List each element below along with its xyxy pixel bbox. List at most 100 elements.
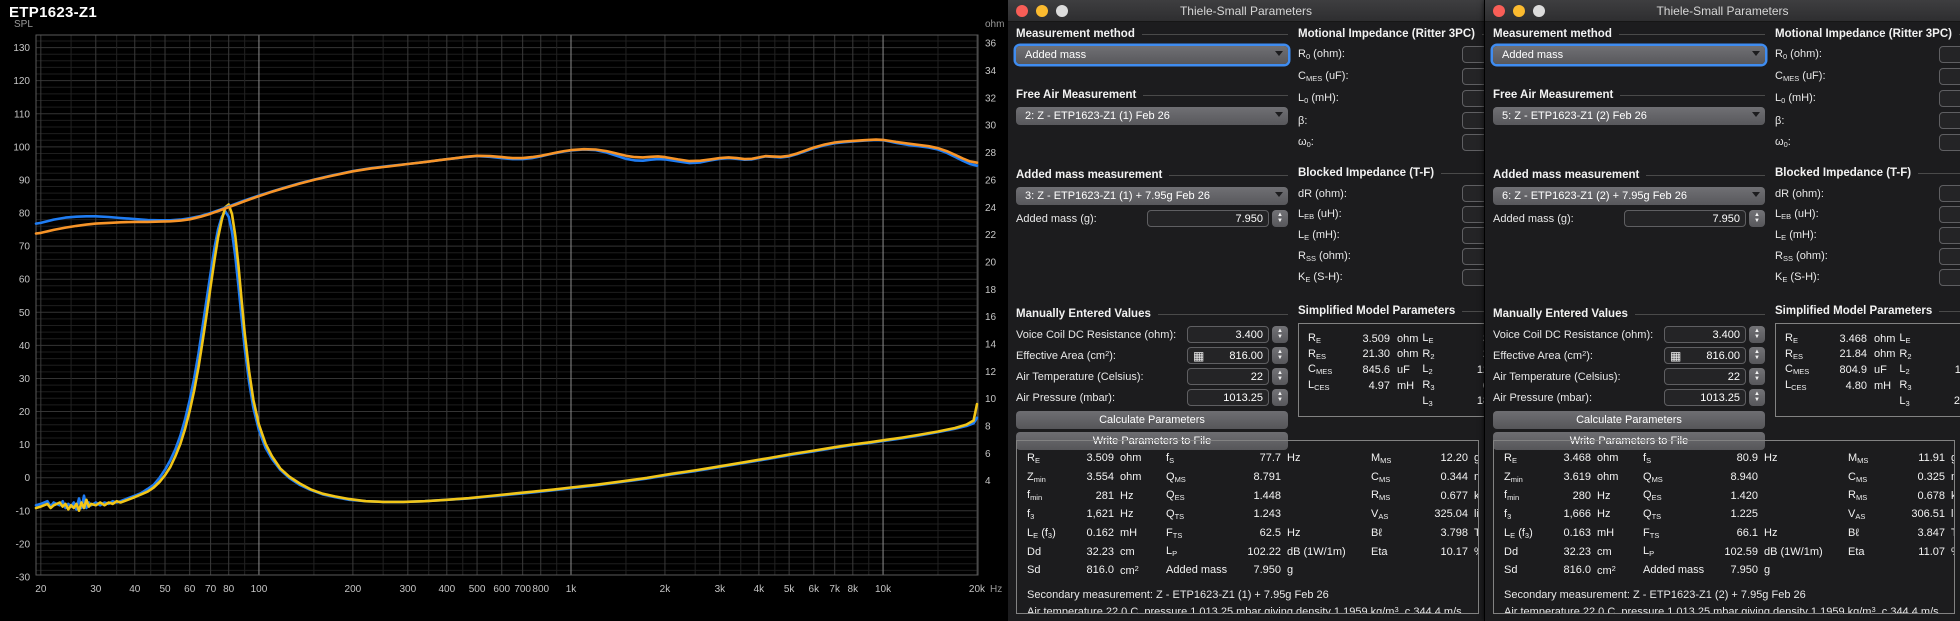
free-air-measurement-select[interactable]: 5: Z - ETP1623-Z1 (2) Feb 26	[1493, 107, 1765, 125]
minimize-button[interactable]	[1513, 4, 1525, 17]
value-field[interactable]: 5.59	[1938, 248, 1960, 265]
value-field[interactable]: ▦ 816.00	[1664, 347, 1746, 364]
simplified-param: RE 3.509 ohm	[1308, 332, 1419, 346]
param-label: R0 (ohm):	[1298, 48, 1345, 61]
param-label: KE (S-H):	[1775, 271, 1820, 284]
motional-param-row: ω0:742.1▲▼	[1298, 134, 1484, 151]
manual-param-row: Effective Area (cm2): ▦ 816.00 ▲ ▼	[1016, 347, 1288, 364]
calculate-parameters-button[interactable]: Calculate Parameters	[1493, 411, 1765, 429]
motional-rows: R0 (ohm):27.56▲▼CMES (uF):845.6▲▼L0 (mH)…	[1298, 46, 1484, 151]
added-mass-field[interactable]: 7.950	[1624, 210, 1746, 227]
window-titlebar[interactable]: Thiele-Small Parameters	[1008, 0, 1484, 22]
param-label: LE (mH):	[1298, 229, 1340, 242]
value-field[interactable]: 804.9	[1938, 68, 1960, 85]
value-field[interactable]: 1013.25	[1664, 389, 1746, 406]
results-row: Dd32.23cmLP102.59dB (1W/1m)Eta11.07%	[1504, 545, 1954, 559]
zoom-button[interactable]	[1056, 4, 1068, 17]
value-field[interactable]: 0.0540	[1461, 269, 1484, 286]
stepper[interactable]: ▲ ▼	[1272, 347, 1288, 364]
value-field[interactable]: 26.0	[1461, 206, 1484, 223]
zoom-button[interactable]	[1533, 4, 1545, 17]
param-label: LEB (uH):	[1775, 208, 1819, 221]
svg-text:6: 6	[985, 449, 991, 460]
svg-text:60: 60	[19, 275, 31, 286]
value-field[interactable]: 742.1	[1461, 134, 1484, 151]
added-mass-field[interactable]: 7.950	[1147, 210, 1269, 227]
value-field[interactable]: 4.884	[1461, 90, 1484, 107]
stepper[interactable]: ▲ ▼	[1272, 368, 1288, 385]
value-field[interactable]: 1013.25	[1187, 389, 1269, 406]
free-air-header: Free Air Measurement	[1016, 89, 1288, 101]
value-field[interactable]: 0.109	[1461, 185, 1484, 202]
measurement-method-select[interactable]: Added mass	[1016, 46, 1288, 64]
free-air-measurement-select[interactable]: 2: Z - ETP1623-Z1 (1) Feb 26	[1016, 107, 1288, 125]
calculator-icon[interactable]: ▦	[1193, 350, 1204, 362]
window-title: Thiele-Small Parameters	[1179, 3, 1313, 18]
manual-param-row: Air Pressure (mbar): 1013.25 ▲ ▼	[1493, 389, 1765, 406]
blocked-param-row: LE (mH):0.364▲▼	[1298, 227, 1484, 244]
value-field[interactable]: 27.56	[1461, 46, 1484, 63]
svg-text:36: 36	[985, 39, 997, 50]
added-mass-stepper[interactable]: ▲ ▼	[1272, 210, 1288, 227]
stepper[interactable]: ▲ ▼	[1272, 326, 1288, 343]
value-field[interactable]: 0.0336	[1938, 112, 1960, 129]
field-value: 22	[1250, 370, 1263, 383]
close-button[interactable]	[1016, 4, 1028, 17]
calculate-parameters-button[interactable]: Calculate Parameters	[1016, 411, 1288, 429]
value-field[interactable]: 0.068	[1938, 185, 1960, 202]
measurement-method-header: Measurement method	[1016, 28, 1288, 40]
value-field[interactable]: 23.0	[1938, 206, 1960, 223]
svg-text:0: 0	[24, 473, 30, 484]
svg-text:20: 20	[985, 257, 997, 268]
simplified-param: RES 21.84 ohm	[1785, 347, 1896, 361]
svg-text:100: 100	[251, 584, 268, 595]
added-mass-measurement-select[interactable]: 6: Z - ETP1623-Z1 (2) + 7.95g Feb 26	[1493, 187, 1765, 205]
field-value: 22	[1727, 370, 1740, 383]
stepper[interactable]: ▲ ▼	[1749, 347, 1765, 364]
value-field[interactable]: 3.400	[1664, 326, 1746, 343]
manual-param-row: Effective Area (cm2): ▦ 816.00 ▲ ▼	[1493, 347, 1765, 364]
minimize-button[interactable]	[1036, 4, 1048, 17]
value-field[interactable]: 4.705	[1938, 90, 1960, 107]
stepper[interactable]: ▲ ▼	[1749, 389, 1765, 406]
param-label: CMES (uF):	[1298, 70, 1349, 83]
added-mass-stepper[interactable]: ▲ ▼	[1749, 210, 1765, 227]
simplified-model-box: RE 3.468 ohm RES 21.84 ohm CMES 804.9 uF LCES 4.80…	[1775, 323, 1960, 417]
field-value: 0.364	[1468, 230, 1484, 242]
added-mass-label: Added mass (g):	[1016, 212, 1097, 225]
close-button[interactable]	[1493, 4, 1505, 17]
added-mass-measurement-select[interactable]: 3: Z - ETP1623-Z1 (1) + 7.95g Feb 26	[1016, 187, 1288, 205]
field-value: 3.400	[1235, 328, 1263, 341]
stepper[interactable]: ▲ ▼	[1749, 368, 1765, 385]
value-field[interactable]: 845.6	[1461, 68, 1484, 85]
value-field[interactable]: 22	[1664, 368, 1746, 385]
svg-text:70: 70	[205, 584, 217, 595]
calculator-icon[interactable]: ▦	[1670, 350, 1681, 362]
measurement-method-select[interactable]: Added mass	[1493, 46, 1765, 64]
svg-text:-10: -10	[16, 506, 31, 517]
value-field[interactable]: 0.0265	[1461, 112, 1484, 129]
value-field[interactable]: 5.10	[1461, 248, 1484, 265]
left-column: Measurement method Added mass Free Air M…	[1493, 26, 1765, 450]
added-mass-row: Added mass (g): 7.950 ▲ ▼	[1016, 210, 1288, 227]
value-field[interactable]: 0.410	[1938, 227, 1960, 244]
window-titlebar[interactable]: Thiele-Small Parameters	[1485, 0, 1960, 22]
param-label: Voice Coil DC Resistance (ohm):	[1493, 328, 1654, 341]
blocked-param-row: KE (S-H):0.0540▲▼	[1298, 269, 1484, 286]
value-field[interactable]: 761.7	[1938, 134, 1960, 151]
value-field[interactable]: 30.72	[1938, 46, 1960, 63]
manual-param-row: Voice Coil DC Resistance (ohm): 3.400 ▲ ▼	[1016, 326, 1288, 343]
value-field[interactable]: 3.400	[1187, 326, 1269, 343]
stepper[interactable]: ▲ ▼	[1749, 326, 1765, 343]
blocked-param-row: KE (S-H):0.0472▲▼	[1775, 269, 1960, 286]
value-field[interactable]: 22	[1187, 368, 1269, 385]
stepper[interactable]: ▲ ▼	[1272, 389, 1288, 406]
simplified-param: LE30.9uH	[1422, 332, 1484, 346]
svg-text:70: 70	[19, 242, 31, 253]
svg-text:600: 600	[493, 584, 510, 595]
value-field[interactable]: 0.0472	[1938, 269, 1960, 286]
value-field[interactable]: ▦ 816.00	[1187, 347, 1269, 364]
motional-param-row: β:0.0265▲▼	[1298, 112, 1484, 129]
results-row: Dd32.23cmLP102.22dB (1W/1m)Eta10.17%	[1027, 545, 1478, 559]
value-field[interactable]: 0.364	[1461, 227, 1484, 244]
